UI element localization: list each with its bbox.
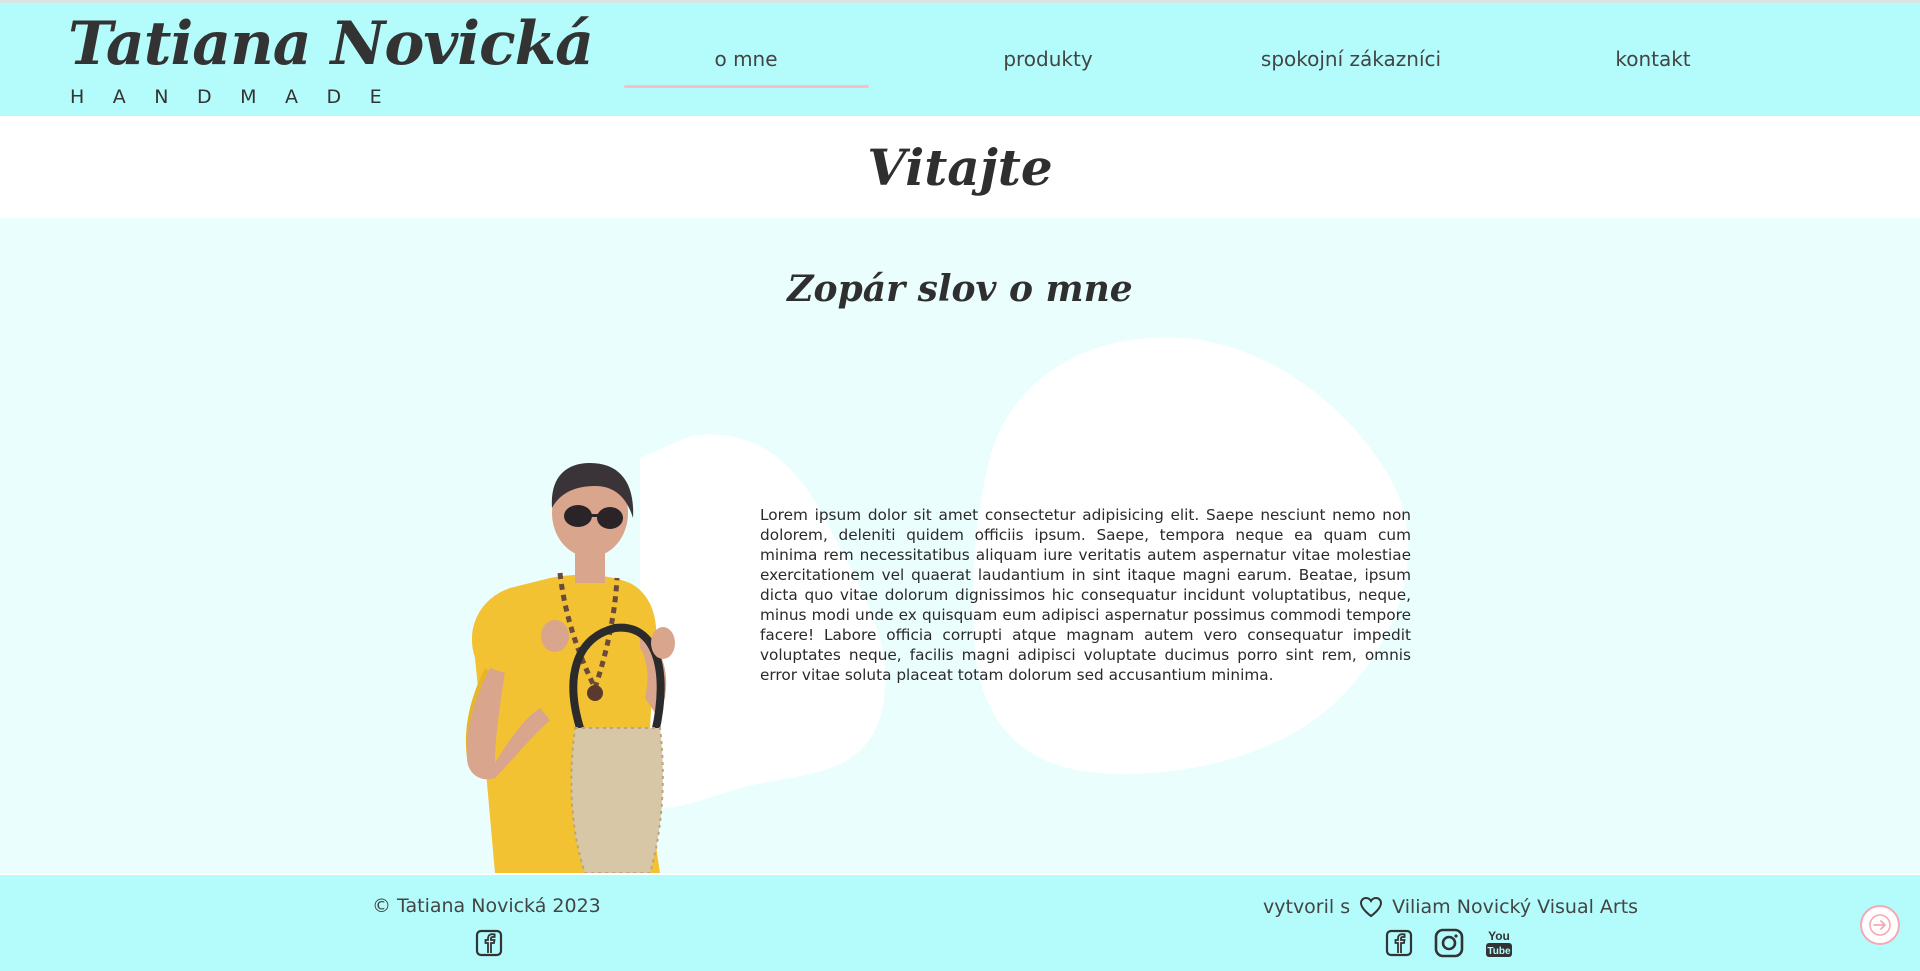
svg-text:Tube: Tube [1487,946,1511,957]
facebook-icon[interactable] [475,929,503,957]
about-section: Zopár slov o mne Lorem ipsum dolor sit a… [0,218,1920,873]
copyright: © Tatiana Novická 2023 [372,895,601,917]
welcome-band: Vitajte [0,116,1920,218]
welcome-title: Vitajte [867,138,1053,197]
nav-item-spokojni-zakaznici[interactable]: spokojní zákazníci [1221,47,1481,71]
facebook-icon[interactable] [1384,927,1414,959]
site-footer: © Tatiana Novická 2023 vytvoril s Viliam… [0,875,1920,971]
scroll-top-button[interactable] [1860,905,1900,945]
instagram-icon[interactable] [1434,927,1464,959]
social-links: You Tube [1384,927,1514,959]
nav-item-produkty[interactable]: produkty [918,47,1178,71]
portrait-image [465,463,675,873]
about-text: Lorem ipsum dolor sit amet consectetur a… [760,506,1411,684]
svg-text:You: You [1488,929,1510,943]
nav-active-underline [624,85,869,88]
youtube-icon[interactable]: You Tube [1484,927,1514,959]
credit-name[interactable]: Viliam Novický Visual Arts [1392,896,1638,918]
nav-item-kontakt[interactable]: kontakt [1523,47,1783,71]
about-title: Zopár slov o mne [787,268,1133,310]
arrow-right-circle-icon [1869,914,1891,936]
heart-icon [1360,896,1383,918]
credit-prefix: vytvoril s [1263,896,1351,918]
main-nav: o mne produkty spokojní zákazníci kontak… [0,3,1920,116]
nav-item-o-mne[interactable]: o mne [616,47,876,71]
credit: vytvoril s Viliam Novický Visual Arts [1263,895,1638,919]
site-header: Tatiana Novická HANDMADE o mne produkty … [0,3,1920,116]
